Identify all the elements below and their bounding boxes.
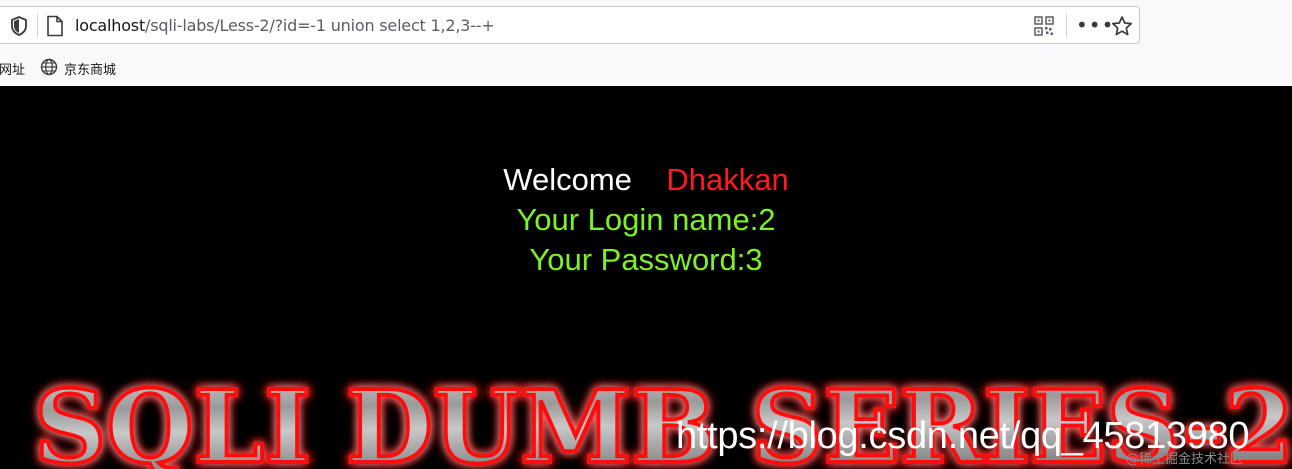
page-content: Welcome Dhakkan Your Login name:2 Your P…	[0, 86, 1292, 469]
address-bar[interactable]: localhost/sqli-labs/Less-2/?id=-1 union …	[0, 6, 1140, 44]
welcome-line: Welcome Dhakkan	[0, 162, 1292, 198]
welcome-name: Dhakkan	[666, 162, 789, 197]
page-icon[interactable]	[46, 15, 64, 37]
url-text[interactable]: localhost/sqli-labs/Less-2/?id=-1 union …	[75, 16, 495, 36]
password-result: Your Password:3	[529, 242, 763, 277]
bookmark-item-wangzhi[interactable]: 网址	[0, 59, 25, 78]
watermark-small: @稀土掘金技术社区	[1126, 452, 1244, 467]
url-path: /sqli-labs/Less-2/?id=-1 union select 1,…	[145, 16, 495, 35]
login-name-result: Your Login name:2	[516, 202, 776, 237]
url-host: localhost	[75, 16, 146, 35]
toolbar-divider	[1066, 14, 1067, 38]
more-menu-icon[interactable]: •••	[1076, 11, 1114, 39]
shield-icon[interactable]	[10, 16, 28, 36]
welcome-label: Welcome	[503, 162, 632, 197]
bookmark-item-jd[interactable]: 京东商城	[64, 59, 116, 78]
qr-code-icon[interactable]	[1034, 16, 1054, 36]
globe-icon	[40, 58, 58, 76]
bookmarks-toolbar: 网址 京东商城	[0, 52, 1292, 82]
bookmark-star-icon[interactable]	[1111, 15, 1133, 37]
address-bar-divider	[37, 14, 38, 38]
